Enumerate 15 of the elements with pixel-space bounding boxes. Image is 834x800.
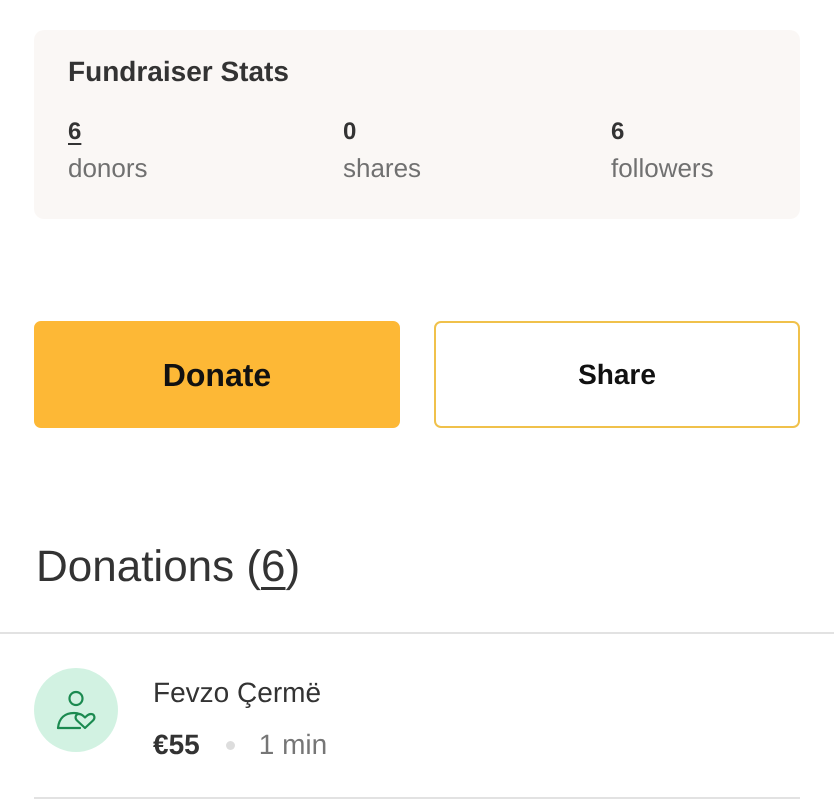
stat-value: 0 (343, 117, 356, 147)
stat-label: shares (343, 152, 422, 184)
donors-count-link[interactable]: 6 (68, 117, 82, 147)
donations-heading: Donations (6) (36, 541, 302, 593)
stat-label: donors (68, 152, 148, 184)
donor-name: Fevzo Çermë (153, 676, 322, 710)
donation-time: 1 min (258, 728, 328, 762)
stat-value: 6 (611, 117, 624, 147)
stats-title: Fundraiser Stats (68, 55, 290, 89)
donations-count-link[interactable]: 6 (261, 542, 286, 591)
share-button[interactable]: Share (434, 321, 800, 428)
donation-amount: €55 (153, 728, 200, 762)
stat-label: followers (611, 152, 714, 184)
donate-button[interactable]: Donate (34, 321, 400, 428)
person-heart-icon (56, 690, 96, 730)
